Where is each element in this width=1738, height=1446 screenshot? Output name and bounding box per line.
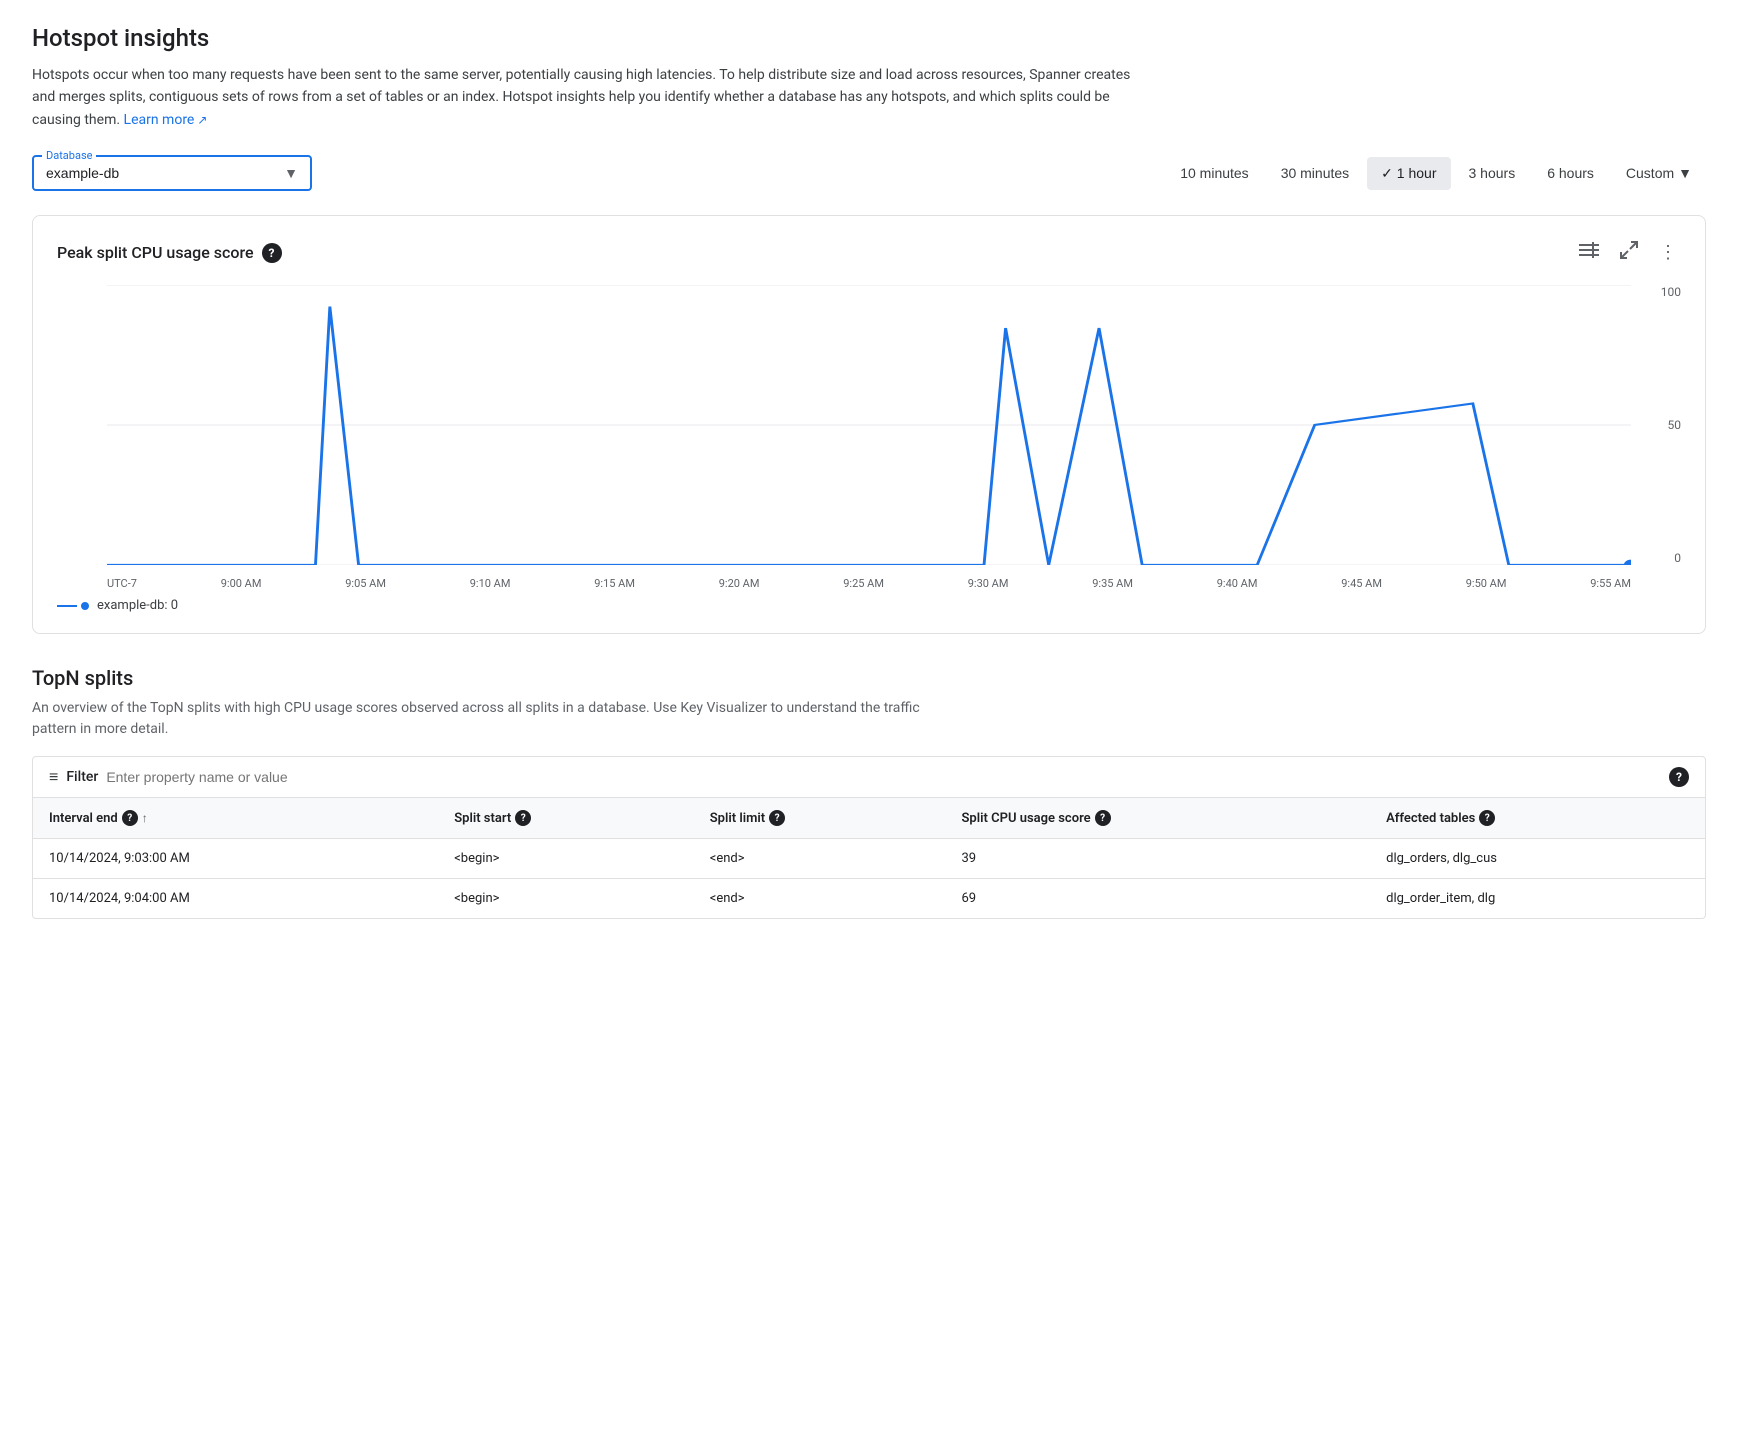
filter-bar: ≡ Filter ? (32, 756, 1706, 798)
learn-more-link[interactable]: Learn more (124, 112, 208, 128)
filter-left: ≡ Filter (49, 767, 406, 787)
database-select[interactable]: example-db test-db prod-db (46, 165, 298, 181)
cell-split-limit-1: <end> (694, 879, 946, 919)
filter-icon: ≡ (49, 767, 58, 787)
cell-cpu-score-0: 39 (946, 839, 1371, 879)
custom-dropdown-icon: ▼ (1678, 165, 1692, 181)
cell-split-start-0: <begin> (438, 839, 694, 879)
time-filter-10min[interactable]: 10 minutes (1166, 157, 1262, 189)
filter-label: Filter (66, 769, 98, 785)
legend-dash-icon (57, 605, 77, 607)
time-filter-30min[interactable]: 30 minutes (1267, 157, 1363, 189)
chart-expand-button[interactable] (1615, 236, 1643, 269)
x-label-utc: UTC-7 (107, 577, 137, 590)
cell-split-limit-0: <end> (694, 839, 946, 879)
col-split-limit: Split limit ? (694, 798, 946, 839)
chart-legend: example-db: 0 (57, 598, 1681, 613)
x-label-945: 9:45 AM (1341, 577, 1382, 590)
y-label-100: 100 (1661, 285, 1681, 299)
chart-actions: ⋮ (1575, 236, 1681, 269)
x-label-950: 9:50 AM (1466, 577, 1507, 590)
x-label-905: 9:05 AM (345, 577, 386, 590)
cell-interval-end-1: 10/14/2024, 9:04:00 AM (33, 879, 438, 919)
col-interval-help-icon[interactable]: ? (122, 810, 138, 826)
topn-section: TopN splits An overview of the TopN spli… (32, 666, 1706, 919)
chart-title: Peak split CPU usage score (57, 243, 254, 262)
col-cpu-help-icon[interactable]: ? (1095, 810, 1111, 826)
table-row: 10/14/2024, 9:04:00 AM <begin> <end> 69 … (33, 879, 1705, 919)
splits-table: Interval end ? ↑ Split start ? Spl (33, 798, 1705, 918)
col-interval-end: Interval end ? ↑ (33, 798, 438, 839)
x-label-940: 9:40 AM (1217, 577, 1258, 590)
cell-affected-tables-1: dlg_order_item, dlg (1370, 879, 1705, 919)
x-label-955: 9:55 AM (1590, 577, 1631, 590)
y-label-0: 0 (1674, 551, 1681, 565)
cell-split-start-1: <begin> (438, 879, 694, 919)
x-label-915: 9:15 AM (594, 577, 635, 590)
x-label-935: 9:35 AM (1092, 577, 1133, 590)
x-label-900: 9:00 AM (221, 577, 262, 590)
time-filter-1hour[interactable]: 1 hour (1367, 157, 1450, 190)
legend-line-item (57, 602, 89, 610)
col-interval-sort-icon[interactable]: ↑ (142, 811, 148, 825)
y-label-50: 50 (1668, 418, 1682, 432)
chart-container: 100 50 0 (57, 285, 1681, 565)
x-label-925: 9:25 AM (843, 577, 884, 590)
page-title: Hotspot insights (32, 24, 1706, 52)
legend-dot-icon (81, 602, 89, 610)
col-split-start-help-icon[interactable]: ? (515, 810, 531, 826)
chart-y-labels: 100 50 0 (1641, 285, 1681, 565)
col-split-limit-help-icon[interactable]: ? (769, 810, 785, 826)
table-container: Interval end ? ↑ Split start ? Spl (32, 798, 1706, 919)
cell-cpu-score-1: 69 (946, 879, 1371, 919)
topn-title: TopN splits (32, 666, 1706, 690)
x-label-920: 9:20 AM (719, 577, 760, 590)
time-filter-custom[interactable]: Custom ▼ (1612, 157, 1706, 189)
cell-affected-tables-0: dlg_orders, dlg_cus (1370, 839, 1705, 879)
x-label-930: 9:30 AM (968, 577, 1009, 590)
controls-row: Database example-db test-db prod-db ▼ 10… (32, 155, 1706, 191)
chart-svg-area (107, 285, 1631, 565)
chart-card: Peak split CPU usage score ? (32, 215, 1706, 634)
topn-description: An overview of the TopN splits with high… (32, 698, 932, 740)
time-filter-group: 10 minutes 30 minutes 1 hour 3 hours 6 h… (1166, 157, 1706, 190)
time-filter-6hours[interactable]: 6 hours (1533, 157, 1608, 189)
chart-help-icon[interactable]: ? (262, 243, 282, 263)
database-selector-wrapper: Database example-db test-db prod-db ▼ (32, 155, 312, 191)
time-filter-3hours[interactable]: 3 hours (1455, 157, 1530, 189)
cell-interval-end-0: 10/14/2024, 9:03:00 AM (33, 839, 438, 879)
chart-x-labels: UTC-7 9:00 AM 9:05 AM 9:10 AM 9:15 AM 9:… (57, 573, 1681, 590)
table-row: 10/14/2024, 9:03:00 AM <begin> <end> 39 … (33, 839, 1705, 879)
chart-title-row: Peak split CPU usage score ? (57, 243, 282, 263)
table-header-row: Interval end ? ↑ Split start ? Spl (33, 798, 1705, 839)
col-affected-help-icon[interactable]: ? (1479, 810, 1495, 826)
col-split-start: Split start ? (438, 798, 694, 839)
col-cpu-score: Split CPU usage score ? (946, 798, 1371, 839)
col-affected-tables: Affected tables ? (1370, 798, 1705, 839)
legend-label: example-db: 0 (97, 598, 178, 613)
chart-legend-toggle-button[interactable] (1575, 238, 1603, 267)
database-label: Database (42, 149, 96, 162)
chart-more-options-button[interactable]: ⋮ (1655, 238, 1681, 267)
page-description: Hotspots occur when too many requests ha… (32, 64, 1132, 131)
chart-header: Peak split CPU usage score ? (57, 236, 1681, 269)
x-label-910: 9:10 AM (470, 577, 511, 590)
filter-input[interactable] (106, 769, 406, 785)
filter-help-icon[interactable]: ? (1669, 767, 1689, 787)
